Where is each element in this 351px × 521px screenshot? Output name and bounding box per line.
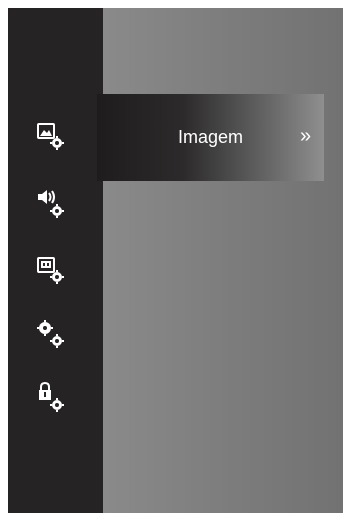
lock-gear-icon bbox=[39, 381, 64, 412]
channel-gear-icon bbox=[37, 257, 64, 284]
gears-icon bbox=[37, 320, 64, 348]
sidebar-item-general[interactable] bbox=[30, 316, 82, 356]
sidebar-item-lock[interactable] bbox=[30, 380, 82, 420]
chevron-right-icon: » bbox=[300, 125, 312, 147]
sidebar-item-audio[interactable] bbox=[30, 186, 82, 226]
sidebar-item-image[interactable] bbox=[30, 118, 82, 158]
sidebar-item-channels[interactable] bbox=[30, 252, 82, 292]
menu-item-label: Imagem bbox=[177, 127, 244, 147]
sidebar bbox=[8, 8, 103, 513]
settings-menu: Imagem » bbox=[8, 8, 343, 513]
speaker-gear-icon bbox=[38, 190, 64, 218]
menu-item-image[interactable]: Imagem » bbox=[97, 94, 324, 181]
content-panel bbox=[103, 8, 343, 513]
image-gear-icon bbox=[37, 123, 64, 150]
